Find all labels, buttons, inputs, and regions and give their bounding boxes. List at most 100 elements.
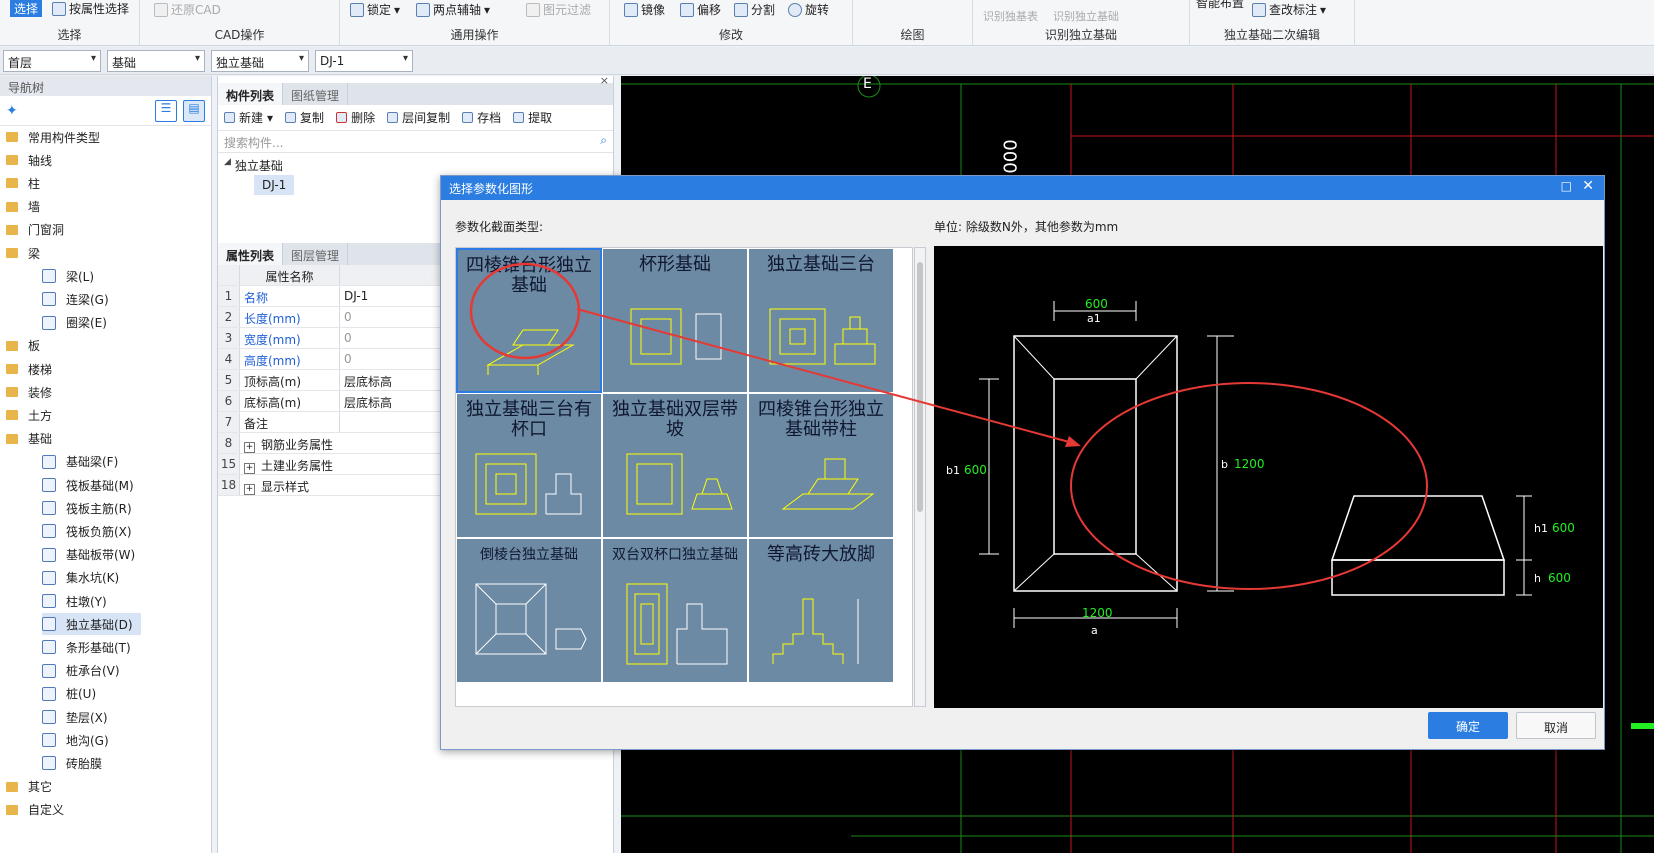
pin-icon[interactable]: ✦ — [6, 103, 18, 119]
nav-item[interactable]: 基础板带(W) — [42, 544, 135, 566]
shape-option[interactable]: 独立基础三台 — [748, 248, 894, 393]
smart-layout-button[interactable]: 智能布置 — [1196, 0, 1244, 11]
filter-icon — [52, 1, 66, 16]
nav-folder[interactable]: 装修 — [6, 381, 52, 403]
tree-item-dj1[interactable]: DJ-1 — [254, 175, 295, 195]
scrollbar-thumb[interactable] — [917, 262, 923, 512]
select-by-attribute-button[interactable]: 按属性选择 — [52, 0, 129, 17]
nav-item[interactable]: 圈梁(E) — [42, 312, 107, 334]
search-input[interactable]: 搜索构件... — [224, 136, 283, 150]
tab-property-list[interactable]: 属性列表 — [218, 243, 284, 265]
property-name: 宽度(mm) — [240, 328, 340, 348]
nav-item-label: 其它 — [28, 780, 53, 795]
category-select[interactable]: 基础 — [107, 50, 205, 72]
close-icon[interactable]: × — [600, 74, 609, 87]
panel-view-icon[interactable]: ▤ — [183, 100, 205, 122]
shape-option[interactable]: 杯形基础 — [602, 248, 748, 393]
nav-folder[interactable]: 墙 — [6, 196, 40, 218]
archive-button[interactable]: 存档 — [462, 109, 501, 126]
extract-button[interactable]: 提取 — [513, 109, 552, 126]
restore-cad-button[interactable]: 还原CAD — [154, 1, 221, 18]
rotate-button[interactable]: 旋转 — [788, 1, 829, 18]
nav-folder[interactable]: 其它 — [6, 776, 52, 798]
shape-option[interactable]: 等高砖大放脚 — [748, 538, 894, 683]
delete-icon — [336, 112, 348, 123]
component-search[interactable]: 搜索构件... ⌕ — [218, 131, 613, 153]
nav-item[interactable]: 垫层(X) — [42, 706, 108, 728]
preview-drawing — [979, 301, 1532, 628]
nav-folder[interactable]: 梁 — [6, 242, 40, 264]
floor-select[interactable]: 首层 — [3, 50, 101, 72]
nav-item[interactable]: 桩(U) — [42, 683, 96, 705]
nav-folder[interactable]: 轴线 — [6, 149, 52, 171]
new-button[interactable]: 新建 ▾ — [224, 109, 273, 126]
nav-folder[interactable]: 基础 — [6, 428, 52, 450]
two-point-axis-button[interactable]: 两点辅轴 ▾ — [416, 1, 490, 18]
identify-foundation-button[interactable]: 识别独立基础 — [1053, 8, 1119, 24]
shape-grid-scrollbar[interactable] — [914, 247, 926, 707]
lock-button[interactable]: 锁定 ▾ — [350, 1, 400, 18]
nav-folder[interactable]: 柱 — [6, 172, 40, 194]
nav-item[interactable]: 桩承台(V) — [42, 660, 120, 682]
search-icon[interactable]: ⌕ — [600, 133, 607, 148]
shape-option[interactable]: 四棱锥台形独立基础 — [456, 248, 602, 393]
nav-item[interactable]: 地沟(G) — [42, 729, 109, 751]
property-name-text: 钢筋业务属性 — [261, 438, 334, 452]
nav-item-label: 门窗洞 — [28, 223, 65, 238]
nav-item[interactable]: 筏板基础(M) — [42, 474, 134, 496]
expand-icon[interactable]: + — [244, 442, 255, 453]
ribbon-group-cad: 还原CAD CAD操作 — [140, 0, 340, 46]
select-button[interactable]: 选择 — [10, 0, 43, 17]
tab-drawing-management[interactable]: 图纸管理 — [283, 83, 349, 105]
nav-item[interactable]: 筏板主筋(R) — [42, 497, 132, 519]
nav-item[interactable]: 砖胎膜 — [42, 752, 102, 774]
close-icon[interactable]: ✕ — [1582, 178, 1594, 194]
nav-item[interactable]: 连梁(G) — [42, 288, 109, 310]
split-button[interactable]: 分割 — [734, 1, 775, 18]
check-annotation-button[interactable]: 查改标注 ▾ — [1252, 1, 1326, 18]
nav-item[interactable]: 基础梁(F) — [42, 451, 118, 473]
nav-folder[interactable]: 土方 — [6, 404, 52, 426]
tab-component-list[interactable]: 构件列表 — [218, 83, 284, 105]
tree-root[interactable]: ◢ 独立基础 — [224, 157, 283, 174]
mirror-button[interactable]: 镜像 — [624, 1, 665, 18]
nav-item[interactable]: 梁(L) — [42, 265, 94, 287]
tab-layer-management[interactable]: 图层管理 — [283, 243, 349, 265]
element-filter-button[interactable]: 图元过滤 — [526, 1, 591, 18]
expand-icon[interactable]: + — [244, 463, 255, 474]
shape-option[interactable]: 四棱锥台形独立基础带柱 — [748, 393, 894, 538]
type-select[interactable]: 独立基础 — [211, 50, 309, 72]
nav-folder[interactable]: 自定义 — [6, 799, 64, 821]
component-select[interactable]: DJ-1 — [315, 50, 413, 72]
copy-button[interactable]: 复制 — [285, 109, 324, 126]
shape-thumbnail — [475, 453, 582, 515]
maximize-icon[interactable]: □ — [1561, 179, 1572, 193]
shape-thumbnail — [630, 308, 722, 365]
shape-preview: 600 a1 b1 600 b 1200 1200 a h1 600 h 600 — [934, 246, 1603, 708]
ok-button[interactable]: 确定 — [1428, 712, 1508, 739]
nav-item[interactable]: 条形基础(T) — [42, 636, 131, 658]
identify-table-button[interactable]: 识别独基表 — [983, 8, 1038, 24]
offset-button[interactable]: 偏移 — [680, 1, 721, 18]
cancel-button[interactable]: 取消 — [1516, 712, 1596, 739]
delete-button[interactable]: 删除 — [336, 109, 375, 126]
shape-option[interactable]: 双台双杯口独立基础 — [602, 538, 748, 683]
component-icon — [42, 269, 56, 284]
nav-folder[interactable]: 楼梯 — [6, 358, 52, 380]
nav-item[interactable]: 独立基础(D) — [42, 613, 141, 636]
nav-item[interactable]: 柱墩(Y) — [42, 590, 107, 612]
nav-item[interactable]: 筏板负筋(X) — [42, 520, 132, 542]
collapse-icon[interactable]: ◢ — [224, 157, 231, 174]
nav-item[interactable]: 集水坑(K) — [42, 567, 119, 589]
nav-folder[interactable]: 门窗洞 — [6, 219, 64, 241]
shape-option[interactable]: 独立基础双层带坡 — [602, 393, 748, 538]
nav-folder[interactable]: 板 — [6, 335, 40, 357]
layer-copy-button[interactable]: 层间复制 — [387, 109, 450, 126]
dim-right-label: b — [1221, 458, 1228, 471]
shape-option[interactable]: 倒棱台独立基础 — [456, 538, 602, 683]
list-view-icon[interactable]: ☰ — [155, 100, 177, 122]
shape-option[interactable]: 独立基础三台有杯口 — [456, 393, 602, 538]
nav-item-label: 砖胎膜 — [66, 756, 103, 771]
expand-icon[interactable]: + — [244, 484, 255, 495]
nav-folder[interactable]: 常用构件类型 — [6, 126, 100, 148]
